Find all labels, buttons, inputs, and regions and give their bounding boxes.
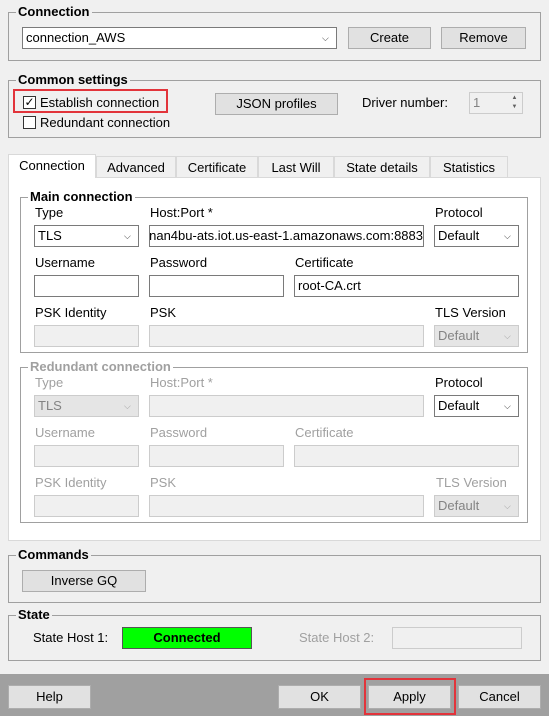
- tab-last-will-label: Last Will: [271, 160, 321, 175]
- state-host1-value: Connected: [153, 630, 221, 645]
- state-host2-label: State Host 2:: [299, 630, 375, 645]
- redundant-certificate-input[interactable]: [294, 445, 519, 467]
- main-psk-identity-input[interactable]: [34, 325, 139, 347]
- main-certificate-value: root-CA.crt: [298, 278, 361, 293]
- redundant-psk-input[interactable]: [149, 495, 424, 517]
- main-psk-label: PSK: [150, 305, 177, 320]
- chevron-down-icon: ⌵: [124, 401, 131, 411]
- establish-connection-highlight: [13, 89, 168, 113]
- main-type-label: Type: [35, 205, 64, 220]
- main-password-label: Password: [150, 255, 208, 270]
- main-protocol-select[interactable]: Default ⌵: [434, 225, 519, 247]
- main-hostport-input[interactable]: nan4bu-ats.iot.us-east-1.amazonaws.com:8…: [149, 225, 424, 247]
- redundant-protocol-value: Default: [438, 398, 480, 413]
- chevron-down-icon: ⌵: [504, 331, 511, 341]
- remove-button[interactable]: Remove: [441, 27, 526, 49]
- inverse-gq-button[interactable]: Inverse GQ: [22, 570, 146, 592]
- redundant-type-value: TLS: [38, 398, 62, 413]
- main-type-value: TLS: [38, 228, 62, 243]
- create-button[interactable]: Create: [348, 27, 431, 49]
- state-host1-indicator: Connected: [122, 627, 252, 649]
- tab-connection-label: Connection: [19, 158, 85, 173]
- connection-select[interactable]: connection_AWS ⌵: [22, 27, 337, 49]
- state-title: State: [16, 607, 52, 622]
- tab-connection[interactable]: Connection: [8, 154, 96, 178]
- state-host1-label: State Host 1:: [33, 630, 109, 645]
- main-connection-title: Main connection: [28, 189, 135, 204]
- spin-arrows-icon[interactable]: ▲ ▼: [508, 94, 521, 112]
- redundant-hostport-input[interactable]: [149, 395, 424, 417]
- commands-title: Commands: [16, 547, 91, 562]
- main-psk-identity-label: PSK Identity: [35, 305, 107, 320]
- redundant-username-input[interactable]: [34, 445, 139, 467]
- tab-advanced[interactable]: Advanced: [96, 156, 176, 178]
- connection-group-title: Connection: [16, 4, 92, 19]
- main-username-label: Username: [35, 255, 95, 270]
- redundant-protocol-select[interactable]: Default ⌵: [434, 395, 519, 417]
- driver-number-label: Driver number:: [362, 95, 448, 110]
- main-type-select[interactable]: TLS ⌵: [34, 225, 139, 247]
- main-protocol-value: Default: [438, 228, 480, 243]
- chevron-down-icon: ⌵: [124, 231, 131, 241]
- driver-number-spinner[interactable]: 1 ▲ ▼: [469, 92, 523, 114]
- tab-advanced-label: Advanced: [107, 160, 165, 175]
- redundant-psk-identity-label: PSK Identity: [35, 475, 107, 490]
- redundant-username-label: Username: [35, 425, 95, 440]
- chevron-down-icon: ⌵: [504, 501, 511, 511]
- tab-state-details-label: State details: [346, 160, 418, 175]
- redundant-password-label: Password: [150, 425, 208, 440]
- redundant-certificate-label: Certificate: [295, 425, 354, 440]
- chevron-down-icon: ⌵: [322, 33, 329, 43]
- main-tls-version-select[interactable]: Default ⌵: [434, 325, 519, 347]
- tab-statistics-label: Statistics: [442, 160, 495, 175]
- main-certificate-input[interactable]: root-CA.crt: [294, 275, 519, 297]
- redundant-tls-version-value: Default: [438, 498, 480, 513]
- redundant-password-input[interactable]: [149, 445, 284, 467]
- chevron-down-icon: ⌵: [504, 231, 511, 241]
- redundant-protocol-label: Protocol: [435, 375, 483, 390]
- main-hostport-label: Host:Port *: [150, 205, 213, 220]
- state-host2-indicator: [392, 627, 522, 649]
- main-username-input[interactable]: [34, 275, 139, 297]
- tab-state-details[interactable]: State details: [334, 156, 430, 178]
- redundant-connection-title: Redundant connection: [28, 359, 173, 374]
- apply-button-highlight: [364, 678, 456, 715]
- main-tls-version-label: TLS Version: [435, 305, 506, 320]
- common-settings-title: Common settings: [16, 72, 130, 87]
- tab-certificate[interactable]: Certificate: [176, 156, 258, 178]
- redundant-hostport-label: Host:Port *: [150, 375, 213, 390]
- ok-button[interactable]: OK: [278, 685, 361, 709]
- main-tls-version-value: Default: [438, 328, 480, 343]
- redundant-psk-identity-input[interactable]: [34, 495, 139, 517]
- redundant-type-label: Type: [35, 375, 64, 390]
- redundant-psk-label: PSK: [150, 475, 177, 490]
- main-certificate-label: Certificate: [295, 255, 354, 270]
- redundant-type-select[interactable]: TLS ⌵: [34, 395, 139, 417]
- cancel-button[interactable]: Cancel: [458, 685, 541, 709]
- main-protocol-label: Protocol: [435, 205, 483, 220]
- main-password-input[interactable]: [149, 275, 284, 297]
- redundant-tls-version-select[interactable]: Default ⌵: [434, 495, 519, 517]
- chevron-down-icon: ⌵: [504, 401, 511, 411]
- json-profiles-button[interactable]: JSON profiles: [215, 93, 338, 115]
- redundant-connection-checkbox[interactable]: [23, 116, 36, 129]
- main-hostport-value: nan4bu-ats.iot.us-east-1.amazonaws.com:8…: [149, 228, 423, 243]
- main-psk-input[interactable]: [149, 325, 424, 347]
- driver-number-value: 1: [473, 95, 481, 110]
- redundant-tls-version-label: TLS Version: [436, 475, 507, 490]
- tab-certificate-label: Certificate: [187, 160, 247, 175]
- tab-last-will[interactable]: Last Will: [258, 156, 334, 178]
- tab-statistics[interactable]: Statistics: [430, 156, 508, 178]
- redundant-connection-label[interactable]: Redundant connection: [40, 115, 170, 131]
- connection-select-value: connection_AWS: [26, 30, 126, 45]
- help-button[interactable]: Help: [8, 685, 91, 709]
